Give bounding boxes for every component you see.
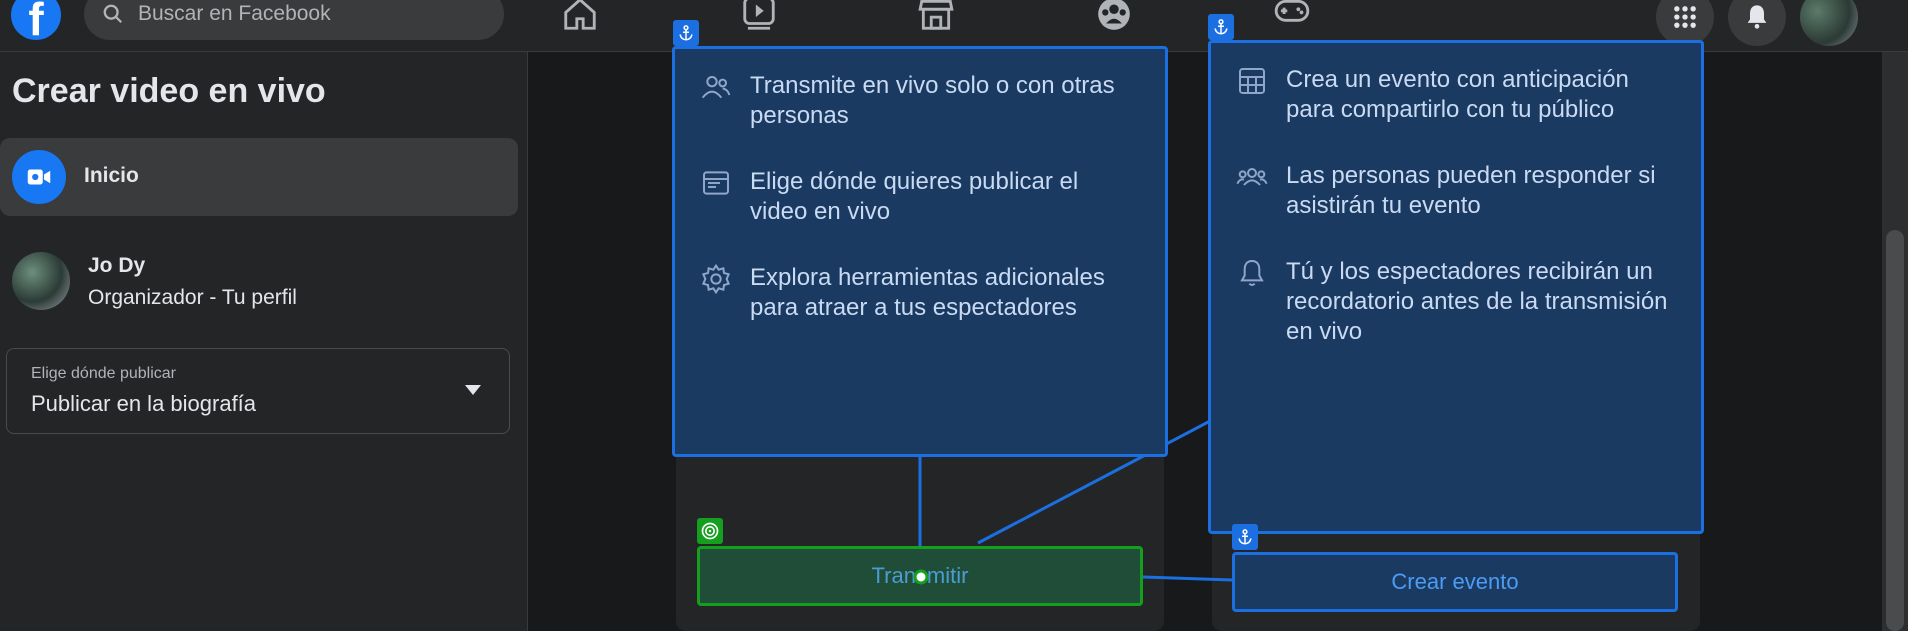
feature-item: Elige dónde quieres publicar el video en… <box>700 167 1140 227</box>
chevron-down-icon <box>465 385 481 395</box>
feature-item: Crea un evento con anticipación para com… <box>1236 65 1676 125</box>
profile-avatar[interactable] <box>1800 0 1858 46</box>
home-icon[interactable] <box>556 0 604 34</box>
feature-text: Tú y los espectadores recibirán un recor… <box>1286 258 1668 345</box>
sidebar-item-label: Inicio <box>84 164 139 187</box>
facebook-logo[interactable]: f <box>11 0 61 40</box>
sidebar-item-inicio[interactable]: Inicio <box>0 138 518 216</box>
avatar <box>12 252 70 310</box>
people-icon <box>701 76 731 99</box>
feature-item: Las personas pueden responder si asistir… <box>1236 161 1676 221</box>
profile-subtitle: Organizador - Tu perfil <box>88 286 297 309</box>
feature-text: Elige dónde quieres publicar el video en… <box>750 168 1079 225</box>
sidebar: Crear video en vivo Inicio Jo Dy Organiz… <box>0 52 528 631</box>
gaming-icon[interactable] <box>1268 0 1316 34</box>
notifications-icon[interactable] <box>1728 0 1786 46</box>
marketplace-icon[interactable] <box>912 0 960 34</box>
target-icon <box>697 518 723 544</box>
feature-text: Explora herramientas adicionales para at… <box>750 264 1105 321</box>
calendar-grid-icon <box>1239 68 1265 94</box>
feature-item: Explora herramientas adicionales para at… <box>700 263 1140 323</box>
live-video-icon <box>12 150 66 204</box>
select-value: Publicar en la biografía <box>31 391 257 416</box>
browser-window-icon <box>703 171 729 195</box>
groups-icon[interactable] <box>1090 0 1138 34</box>
anchor-icon <box>1232 524 1258 550</box>
search-icon <box>103 4 123 24</box>
organizer-profile: Jo Dy Organizador - Tu perfil <box>12 252 522 322</box>
feature-text: Transmite en vivo solo o con otras perso… <box>750 72 1115 129</box>
feature-text: Las personas pueden responder si asistir… <box>1286 162 1656 219</box>
feature-text: Crea un evento con anticipación para com… <box>1286 66 1629 123</box>
live-info-panel: Transmite en vivo solo o con otras perso… <box>672 46 1168 457</box>
publish-location-select[interactable]: Elige dónde publicar Publicar en la biog… <box>6 348 510 434</box>
search-placeholder: Buscar en Facebook <box>138 2 331 25</box>
create-event-button-label: Crear evento <box>1391 569 1519 594</box>
feature-item: Tú y los espectadores recibirán un recor… <box>1236 257 1676 347</box>
page-title: Crear video en vivo <box>12 72 326 110</box>
create-event-button[interactable]: Crear evento <box>1232 552 1678 612</box>
search-input[interactable]: Buscar en Facebook <box>84 0 504 40</box>
profile-name: Jo Dy <box>88 254 146 277</box>
scrollbar-thumb[interactable] <box>1886 230 1904 631</box>
bell-icon <box>1240 259 1264 286</box>
cursor-target-icon <box>913 569 929 585</box>
group-icon <box>1236 168 1268 186</box>
anchor-icon <box>673 20 699 46</box>
gear-icon <box>701 263 731 295</box>
feature-item: Transmite en vivo solo o con otras perso… <box>700 71 1140 131</box>
event-info-panel: Crea un evento con anticipación para com… <box>1208 40 1704 534</box>
anchor-icon <box>1208 14 1234 40</box>
watch-icon[interactable] <box>735 0 783 34</box>
select-label: Elige dónde publicar <box>31 365 176 382</box>
